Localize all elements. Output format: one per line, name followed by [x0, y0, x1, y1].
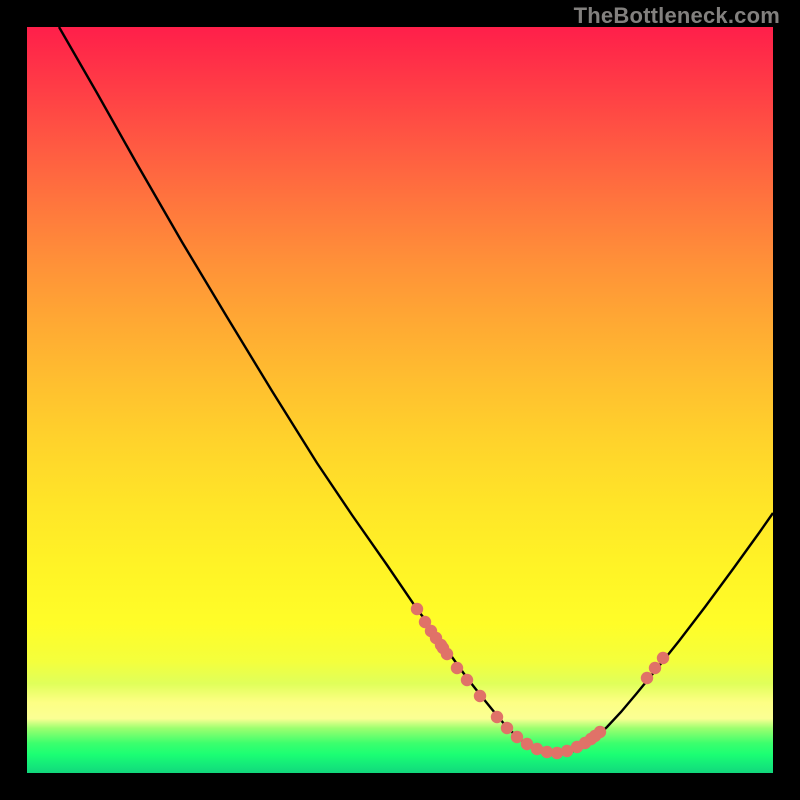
data-marker: [411, 603, 423, 615]
data-marker: [474, 690, 486, 702]
chart-frame: TheBottleneck.com: [0, 0, 800, 800]
data-marker: [461, 674, 473, 686]
data-marker: [491, 711, 503, 723]
data-marker: [501, 722, 513, 734]
watermark-text: TheBottleneck.com: [574, 3, 780, 29]
data-marker: [641, 672, 653, 684]
data-marker: [511, 731, 523, 743]
data-marker: [451, 662, 463, 674]
data-marker: [657, 652, 669, 664]
bottleneck-curve: [59, 27, 773, 755]
data-markers: [411, 603, 669, 759]
data-marker: [649, 662, 661, 674]
data-marker: [594, 726, 606, 738]
data-marker: [441, 648, 453, 660]
chart-overlay-svg: [27, 27, 773, 773]
